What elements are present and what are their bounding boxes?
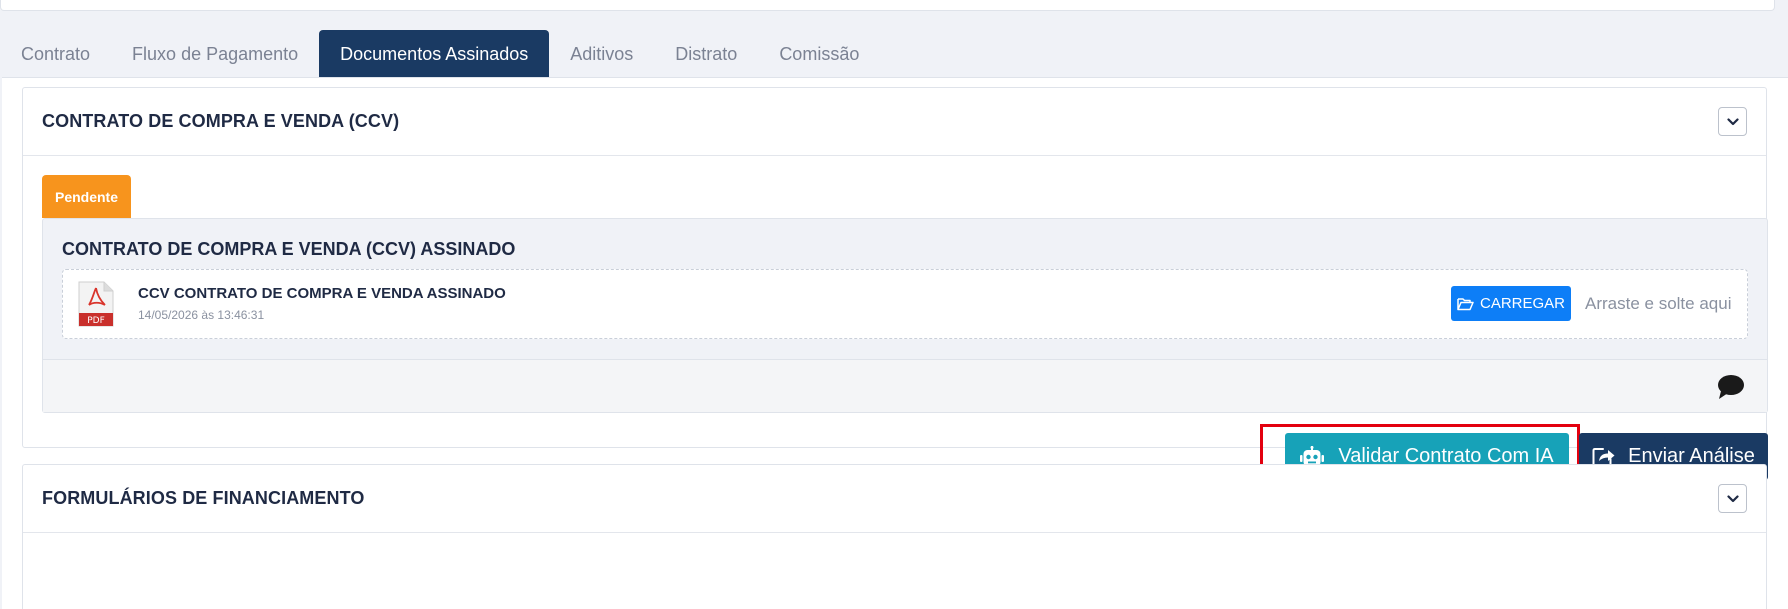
financing-card: FORMULÁRIOS DE FINANCIAMENTO	[22, 464, 1767, 609]
upload-button[interactable]: CARREGAR	[1451, 286, 1571, 321]
document-panel-footer	[43, 359, 1767, 412]
ccv-card: CONTRATO DE COMPRA E VENDA (CCV) Pendent…	[22, 87, 1768, 487]
folder-open-icon	[1457, 297, 1474, 310]
ccv-card-title: CONTRATO DE COMPRA E VENDA (CCV)	[42, 111, 400, 131]
tab-aditivos[interactable]: Aditivos	[549, 30, 654, 78]
chat-bubble-icon[interactable]	[1717, 374, 1745, 400]
chevron-down-icon	[1726, 494, 1739, 502]
tab-fluxo-de-pagamento[interactable]: Fluxo de Pagamento	[111, 30, 319, 78]
file-name[interactable]: CCV CONTRATO DE COMPRA E VENDA ASSINADO	[138, 285, 506, 302]
ccv-collapse-button[interactable]	[1718, 107, 1747, 136]
drop-zone-hint: Arraste e solte aqui	[1585, 294, 1732, 313]
tab-documentos-assinados[interactable]: Documentos Assinados	[319, 30, 550, 78]
chevron-down-icon	[1726, 117, 1739, 125]
tab-contrato[interactable]: Contrato	[0, 30, 111, 78]
ccv-card-header: CONTRATO DE COMPRA E VENDA (CCV)	[23, 88, 1766, 156]
contract-tabs: Contrato Fluxo de Pagamento Documentos A…	[0, 30, 1788, 78]
status-badge: Pendente	[42, 175, 131, 218]
financing-card-title: FORMULÁRIOS DE FINANCIAMENTO	[42, 488, 365, 508]
pdf-file-icon[interactable]: PDF	[78, 281, 114, 327]
upload-button-label: CARREGAR	[1479, 295, 1565, 312]
file-drop-zone[interactable]: PDF CCV CONTRATO DE COMPRA E VENDA ASSIN…	[62, 269, 1748, 339]
top-container-edge	[0, 0, 1775, 11]
signed-document-title: CONTRATO DE COMPRA E VENDA (CCV) ASSINAD…	[62, 239, 516, 259]
financing-collapse-button[interactable]	[1718, 484, 1747, 513]
tab-distrato[interactable]: Distrato	[654, 30, 758, 78]
signed-document-panel: CONTRATO DE COMPRA E VENDA (CCV) ASSINAD…	[42, 218, 1768, 413]
pdf-label: PDF	[87, 316, 105, 326]
financing-card-header: FORMULÁRIOS DE FINANCIAMENTO	[23, 465, 1766, 533]
tab-content: CONTRATO DE COMPRA E VENDA (CCV) Pendent…	[2, 77, 1788, 609]
file-date: 14/05/2026 às 13:46:31	[138, 308, 265, 322]
tab-comissao[interactable]: Comissão	[758, 30, 880, 78]
